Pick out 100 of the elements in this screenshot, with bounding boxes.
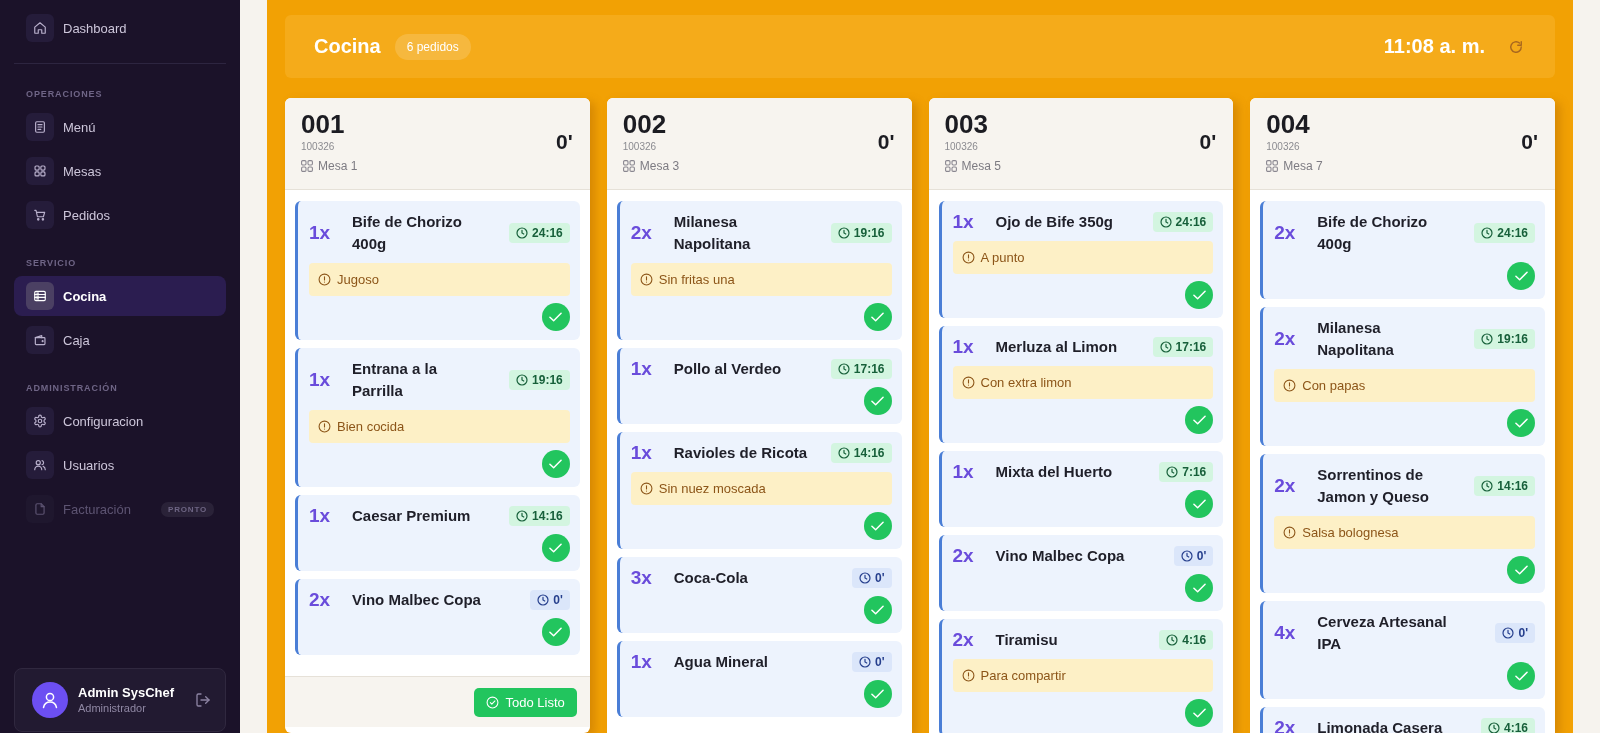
order-number: 004 bbox=[1266, 108, 1311, 139]
section-label: SERVICIO bbox=[25, 257, 78, 269]
done-button[interactable] bbox=[1507, 556, 1535, 584]
check-icon bbox=[1514, 271, 1528, 281]
item-name: Entrana a la Parrilla bbox=[352, 359, 439, 401]
timer-text: 0' bbox=[1196, 549, 1207, 563]
done-button[interactable] bbox=[863, 680, 892, 708]
timer-text: 24:16 bbox=[532, 226, 563, 240]
document-icon bbox=[26, 113, 54, 141]
item-quantity: 2x bbox=[1274, 222, 1297, 244]
clock-icon bbox=[1159, 216, 1172, 228]
done-button[interactable] bbox=[863, 512, 892, 540]
check-icon bbox=[1192, 290, 1206, 300]
status-tag: PRONTO bbox=[161, 501, 214, 517]
item-name: Bife de Chorizo 400g bbox=[1317, 212, 1429, 254]
timer-text: 7:16 bbox=[1182, 465, 1207, 479]
timer-text: 0' bbox=[553, 593, 563, 607]
board-title: Cocina bbox=[314, 35, 381, 58]
check-icon bbox=[1514, 671, 1528, 681]
note-text: Jugoso bbox=[337, 272, 379, 287]
done-button[interactable] bbox=[863, 387, 892, 415]
clock-icon bbox=[1159, 341, 1172, 353]
wait-time: 0' bbox=[556, 129, 573, 154]
cart-icon bbox=[26, 201, 54, 229]
item-name: Limonada Casera bbox=[1317, 718, 1443, 733]
clock-icon bbox=[837, 363, 850, 375]
check-icon bbox=[871, 689, 884, 699]
timer-text: 19:16 bbox=[853, 226, 885, 240]
clock-icon bbox=[1180, 550, 1193, 562]
note-text: Sin nuez moscada bbox=[658, 481, 766, 496]
user-name: Admin SysChef bbox=[78, 684, 176, 701]
item-quantity: 1x bbox=[952, 336, 975, 358]
alert-icon bbox=[961, 251, 975, 264]
sidebar-item[interactable]: Configuracion bbox=[14, 401, 226, 441]
grid-icon bbox=[301, 159, 313, 172]
done-button[interactable] bbox=[1185, 281, 1214, 309]
item-quantity: 3x bbox=[630, 567, 653, 589]
clock-icon bbox=[1481, 333, 1494, 345]
done-button[interactable] bbox=[541, 303, 570, 331]
clock-icon bbox=[1166, 634, 1179, 646]
sidebar-item[interactable]: Caja bbox=[14, 320, 226, 360]
section-label: OPERACIONES bbox=[25, 88, 104, 100]
done-button[interactable] bbox=[1185, 699, 1214, 727]
sidebar-item[interactable]: Cocina bbox=[14, 276, 226, 316]
item-quantity: 2x bbox=[309, 589, 332, 611]
done-button[interactable] bbox=[541, 618, 570, 646]
timer-text: 17:16 bbox=[1175, 340, 1207, 354]
done-button[interactable] bbox=[1185, 490, 1214, 518]
check-circle-icon bbox=[486, 695, 500, 709]
done-button[interactable] bbox=[863, 303, 892, 331]
item-quantity: 1x bbox=[952, 461, 975, 483]
logout-icon[interactable] bbox=[195, 692, 211, 708]
clock-icon bbox=[858, 572, 871, 584]
timer-text: 19:16 bbox=[532, 373, 563, 387]
sidebar-item[interactable]: Pedidos bbox=[14, 195, 226, 235]
item-quantity: 2x bbox=[952, 629, 975, 651]
clock-icon bbox=[537, 594, 550, 606]
alert-icon bbox=[318, 273, 331, 286]
item-quantity: 2x bbox=[630, 222, 653, 244]
item-name: Coca-Cola bbox=[673, 568, 748, 588]
grid-icon bbox=[622, 159, 635, 172]
order-code: 100326 bbox=[301, 139, 336, 154]
clock-icon bbox=[1481, 227, 1494, 239]
users-icon bbox=[26, 451, 54, 479]
check-icon bbox=[1192, 708, 1206, 718]
done-button[interactable] bbox=[863, 596, 892, 624]
sidebar-item[interactable]: Menú bbox=[14, 107, 226, 147]
done-button[interactable] bbox=[1507, 262, 1535, 290]
clock-icon bbox=[1487, 722, 1500, 733]
check-icon bbox=[549, 627, 563, 637]
alert-icon bbox=[1283, 526, 1297, 539]
item-name: Milanesa Napolitana bbox=[1317, 318, 1395, 360]
done-button[interactable] bbox=[541, 450, 570, 478]
clock-icon bbox=[837, 227, 850, 239]
item-quantity: 1x bbox=[630, 651, 653, 673]
clock-icon bbox=[858, 656, 871, 668]
item-name: Milanesa Napolitana bbox=[673, 212, 752, 254]
sidebar-item[interactable]: Dashboard bbox=[14, 8, 226, 48]
table-label: Mesa 5 bbox=[961, 157, 1001, 175]
refresh-icon[interactable] bbox=[1509, 39, 1523, 54]
item-name: Tiramisu bbox=[995, 630, 1058, 650]
done-button[interactable] bbox=[1507, 409, 1535, 437]
sidebar-item[interactable]: Mesas bbox=[14, 151, 226, 191]
timer-text: 4:16 bbox=[1182, 633, 1207, 647]
sidebar-item[interactable]: Usuarios bbox=[14, 445, 226, 485]
alert-icon bbox=[318, 420, 331, 433]
done-button[interactable] bbox=[1185, 574, 1214, 602]
check-icon bbox=[1514, 565, 1528, 575]
check-icon bbox=[1192, 499, 1206, 509]
item-name: Ravioles de Ricota bbox=[673, 443, 808, 463]
timer-text: 4:16 bbox=[1503, 721, 1528, 733]
note-text: A punto bbox=[980, 250, 1025, 265]
list-icon bbox=[26, 282, 54, 310]
done-button[interactable] bbox=[1507, 662, 1535, 690]
item-quantity: 2x bbox=[952, 545, 975, 567]
item-quantity: 1x bbox=[630, 442, 653, 464]
check-icon bbox=[1514, 418, 1528, 428]
timer-text: 14:16 bbox=[532, 509, 563, 523]
done-button[interactable] bbox=[1185, 406, 1214, 434]
done-button[interactable] bbox=[541, 534, 570, 562]
